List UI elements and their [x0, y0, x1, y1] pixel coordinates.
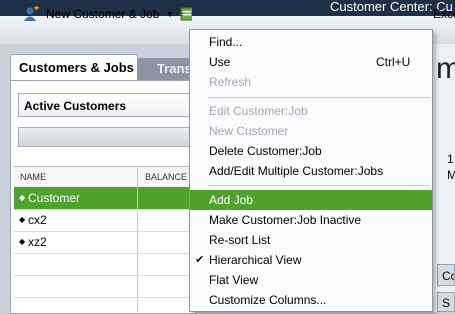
- column-header-balance[interactable]: BALANCE: [145, 172, 187, 182]
- new-transactions-icon: [180, 6, 192, 22]
- table-row[interactable]: ◆ cx2: [14, 209, 195, 232]
- row-name: Customer: [28, 191, 81, 205]
- grid-header: NAME BALANCE: [14, 166, 195, 188]
- menu-item-refresh[interactable]: Refresh: [190, 72, 432, 92]
- excel-label: Excel: [433, 7, 455, 21]
- row-bullet-icon: ◆: [19, 237, 26, 246]
- menu-separator: [208, 185, 430, 186]
- new-transactions-button[interactable]: [180, 0, 192, 28]
- row-bullet-icon: ◆: [19, 193, 26, 202]
- menu-item-find[interactable]: Find...: [190, 32, 432, 52]
- menu-item-use[interactable]: Use Ctrl+U: [190, 52, 432, 72]
- menu-item-add-job[interactable]: Add Job: [190, 190, 432, 210]
- menu-item-re-sort-list[interactable]: Re-sort List: [190, 230, 432, 250]
- checkmark-icon: ✔: [195, 254, 205, 266]
- column-divider: [137, 166, 138, 312]
- detail-tab[interactable]: Co: [437, 264, 455, 286]
- row-name: cx2: [28, 213, 47, 227]
- menu-item-new-customer[interactable]: New Customer: [190, 121, 432, 141]
- new-customer-job-label: New Customer & Job: [46, 7, 160, 21]
- row-name: xz2: [28, 235, 47, 249]
- table-row-empty: [14, 275, 195, 298]
- chevron-down-icon: ▼: [165, 9, 175, 19]
- menu-item-add-edit-multiple[interactable]: Add/Edit Multiple Customer:Jobs: [190, 161, 432, 181]
- menu-item-edit-customer-job[interactable]: Edit Customer:Job: [190, 101, 432, 121]
- customer-filter-select[interactable]: Active Customers: [18, 93, 195, 117]
- detail-number: 1: [447, 152, 454, 166]
- menu-item-hierarchical-view[interactable]: ✔ Hierarchical View: [190, 250, 432, 270]
- detail-tab-2[interactable]: S: [437, 292, 455, 312]
- table-row[interactable]: ◆ xz2: [14, 231, 195, 254]
- detail-letter: M: [447, 168, 455, 182]
- menu-item-customize-columns[interactable]: Customize Columns...: [190, 290, 432, 310]
- table-row-empty: [14, 253, 195, 276]
- table-row[interactable]: ◆ Customer: [14, 187, 195, 210]
- menu-separator: [208, 97, 430, 98]
- tab-transactions[interactable]: Trans: [137, 58, 197, 80]
- row-bullet-icon: ◆: [19, 215, 26, 224]
- menu-item-make-inactive[interactable]: Make Customer:Job Inactive: [190, 210, 432, 230]
- menu-item-delete-customer-job[interactable]: Delete Customer:Job: [190, 141, 432, 161]
- context-menu: Find... Use Ctrl+U Refresh Edit Customer…: [189, 29, 433, 312]
- menu-item-flat-view[interactable]: Flat View: [190, 270, 432, 290]
- new-customer-icon: [22, 5, 40, 22]
- new-customer-job-button[interactable]: New Customer & Job ▼: [22, 0, 174, 28]
- detail-heading: m: [436, 52, 455, 85]
- search-input[interactable]: [18, 127, 195, 147]
- tab-customers-jobs[interactable]: Customers & Jobs: [10, 54, 138, 80]
- shortcut-label: Ctrl+U: [376, 55, 411, 69]
- column-header-name[interactable]: NAME: [20, 172, 46, 182]
- excel-button[interactable]: Excel: [433, 0, 455, 28]
